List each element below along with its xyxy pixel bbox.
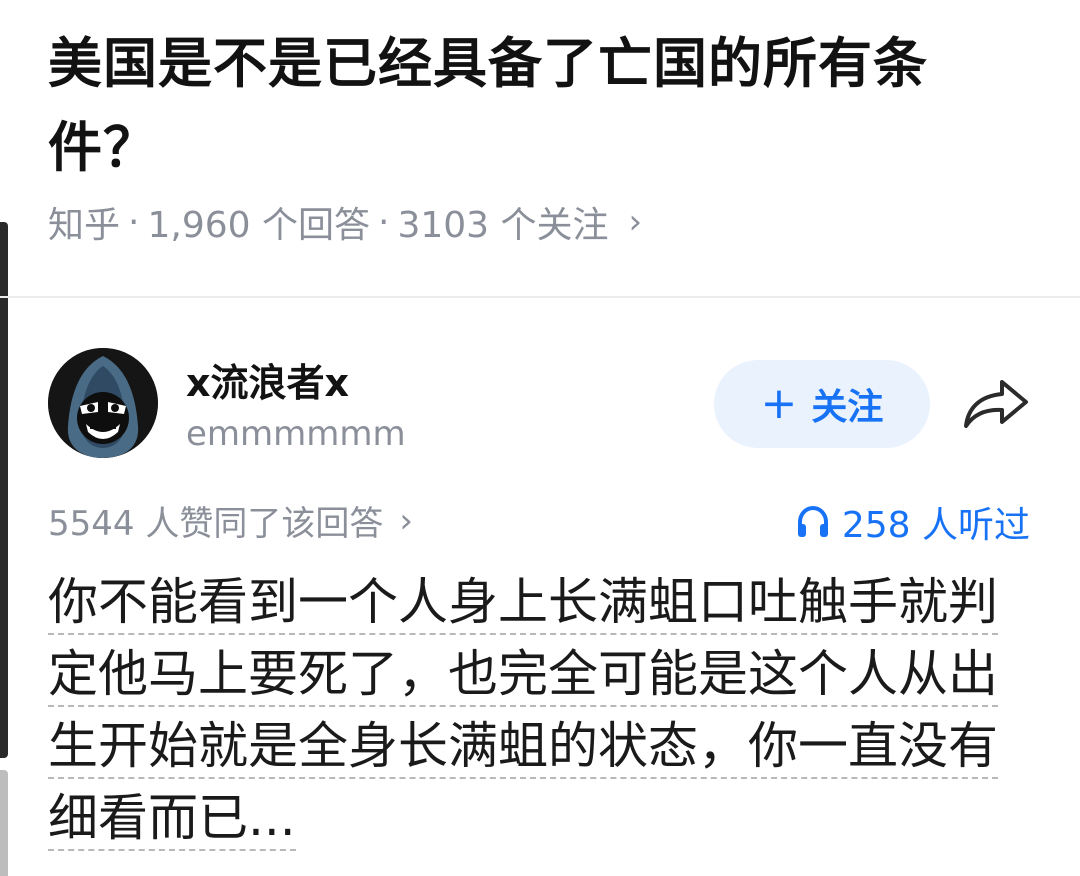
author-name[interactable]: x流浪者x <box>186 352 349 407</box>
question-title[interactable]: 美国是不是已经具备了亡国的所有条件？ <box>48 22 1008 190</box>
answer-count: 1,960 个回答 <box>147 205 370 246</box>
divider <box>0 296 1080 298</box>
listen-count[interactable]: 258 人听过 <box>794 496 1030 548</box>
scroll-indicator-secondary <box>0 770 8 876</box>
headphones-icon <box>797 505 828 537</box>
source-label: 知乎 <box>48 205 121 246</box>
chevron-right-icon: › <box>399 500 413 541</box>
vote-count: 5544 人赞同了该回答 <box>48 504 384 544</box>
avatar[interactable] <box>48 348 158 458</box>
follower-count: 3103 个关注 <box>397 205 609 246</box>
follow-button[interactable]: + 关注 <box>714 360 930 448</box>
answer-content[interactable]: 你不能看到一个人身上长满蛆口吐触手就判定他马上要死了，也完全可能是这个人从出生开… <box>48 566 1033 854</box>
share-icon[interactable] <box>960 372 1034 436</box>
listen-label: 258 人听过 <box>841 505 1030 546</box>
follow-label: 关注 <box>811 387 884 428</box>
author-bio: emmmmmm <box>186 414 406 454</box>
meta-separator: · <box>377 201 390 243</box>
scroll-indicator <box>0 222 8 758</box>
meta-separator: · <box>128 201 140 243</box>
avatar-image <box>48 348 158 458</box>
question-header[interactable]: 美国是不是已经具备了亡国的所有条件？ <box>48 22 1008 190</box>
answer-text: 你不能看到一个人身上长满蛆口吐触手就判定他马上要死了，也完全可能是这个人从出生开… <box>48 573 998 851</box>
vote-summary[interactable]: 5544 人赞同了该回答 › <box>48 496 413 545</box>
chevron-right-icon: › <box>628 202 643 242</box>
question-meta[interactable]: 知乎 · 1,960 个回答 · 3103 个关注 › <box>48 196 642 248</box>
plus-icon: + <box>760 378 798 429</box>
